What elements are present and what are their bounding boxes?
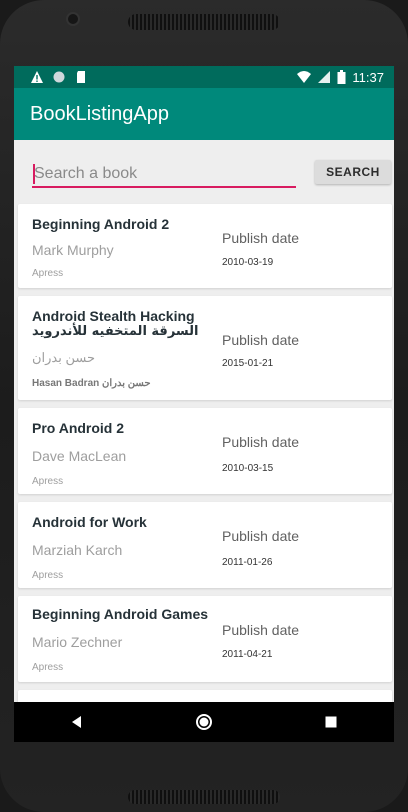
recents-icon: [325, 716, 337, 728]
publish-date-label: Publish date: [222, 332, 300, 348]
publish-date: 2010-03-19: [222, 257, 274, 268]
book-author: Mario Zechner: [32, 634, 123, 650]
search-button[interactable]: SEARCH: [315, 160, 391, 184]
back-icon: [72, 716, 82, 728]
book-title: Android Stealth Hacking: [32, 308, 195, 324]
wifi-icon: [297, 71, 312, 83]
book-publisher: Apress: [32, 662, 64, 673]
status-bar: 11:37: [14, 66, 394, 88]
book-card[interactable]: Beginning Android 2 Mark Murphy Apress P…: [18, 204, 392, 288]
publish-date-label: Publish date: [222, 434, 300, 450]
book-list[interactable]: Beginning Android 2 Mark Murphy Apress P…: [18, 204, 392, 702]
navigation-bar: [14, 702, 394, 742]
front-camera: [66, 12, 80, 26]
book-subtitle: السرقة المتخفيه للأندرويد: [32, 324, 199, 339]
search-input[interactable]: [32, 162, 296, 188]
battery-icon: [337, 70, 346, 84]
book-title: Beginning Android 2: [32, 216, 170, 232]
book-card[interactable]: Android Stealth Hacking السرقة المتخفيه …: [18, 296, 392, 400]
top-speaker: [128, 14, 280, 30]
book-publisher: Apress: [32, 476, 64, 487]
book-title: Android for Work: [32, 514, 147, 530]
home-icon: [195, 714, 212, 730]
book-title: Beginning Android Games: [32, 606, 209, 622]
book-author: حسن بدران: [32, 350, 96, 365]
book-card[interactable]: Pro Android 2 Dave MacLean Apress Publis…: [18, 408, 392, 494]
publish-date-label: Publish date: [222, 622, 300, 638]
text-cursor: [33, 164, 35, 184]
book-publisher: Apress: [32, 570, 64, 581]
book-author: Mark Murphy: [32, 242, 114, 258]
book-publisher: Apress: [32, 268, 64, 279]
publish-date: 2011-01-26: [222, 557, 273, 568]
device-frame: 11:37 BookListingApp SEARCH Beginning An…: [0, 0, 408, 812]
screen: 11:37 BookListingApp SEARCH Beginning An…: [14, 66, 394, 742]
circle-notification-icon: [53, 71, 65, 83]
status-time: 11:37: [352, 69, 384, 85]
book-card[interactable]: [18, 690, 392, 702]
sd-card-icon: [77, 71, 85, 83]
publish-date: 2010-03-15: [222, 463, 274, 474]
search-row: SEARCH: [14, 140, 394, 204]
book-publisher: Hasan Badran حسن بدران: [32, 378, 151, 389]
publish-date-label: Publish date: [222, 230, 300, 246]
app-bar: BookListingApp: [14, 88, 394, 140]
book-card[interactable]: Beginning Android Games Mario Zechner Ap…: [18, 596, 392, 682]
bottom-speaker: [128, 790, 280, 804]
signal-icon: [318, 71, 331, 83]
book-author: Marziah Karch: [32, 542, 123, 558]
book-title: Pro Android 2: [32, 420, 125, 436]
home-button[interactable]: [184, 702, 224, 742]
app-title: BookListingApp: [30, 102, 169, 125]
publish-date: 2015-01-21: [222, 358, 274, 369]
back-button[interactable]: [57, 702, 97, 742]
main-content: SEARCH Beginning Android 2 Mark Murphy A…: [14, 140, 394, 702]
book-author: Dave MacLean: [32, 448, 127, 464]
book-card[interactable]: Android for Work Marziah Karch Apress Pu…: [18, 502, 392, 588]
recents-button[interactable]: [311, 702, 351, 742]
publish-date: 2011-04-21: [222, 649, 273, 660]
publish-date-label: Publish date: [222, 528, 300, 544]
warning-icon: [31, 71, 43, 83]
